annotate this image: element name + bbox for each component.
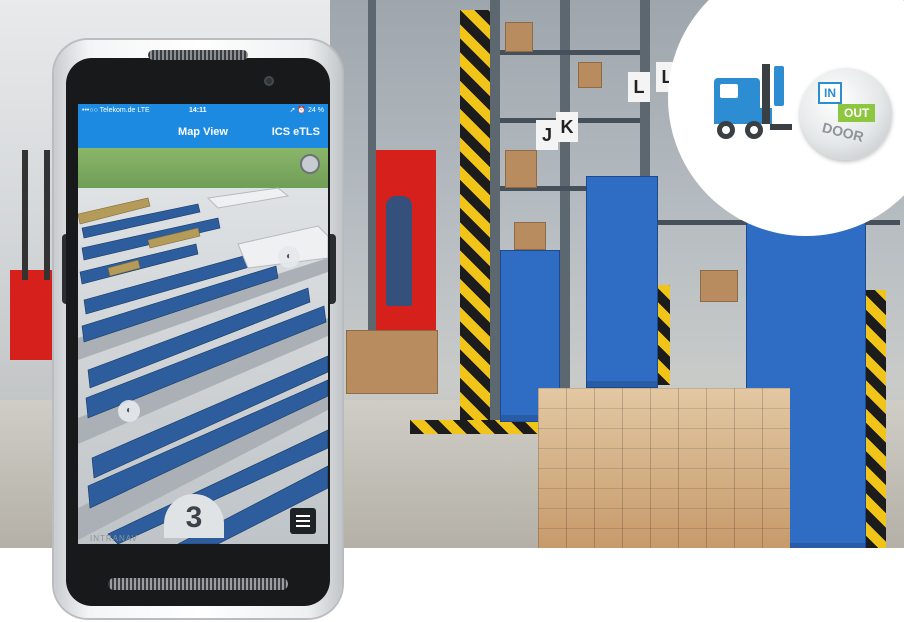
carrier-label: •••○○ Telekom.de LTE [82, 107, 150, 114]
device-brand: INTRANAV [90, 534, 138, 543]
map-marker-icon[interactable]: ◐ [118, 400, 140, 422]
map-marker-icon[interactable]: ◐ [278, 246, 300, 268]
front-camera [264, 76, 274, 86]
app-logo: ICS eTLS [271, 126, 320, 138]
app-screen: •••○○ Telekom.de LTE 14:11 ➚ ⏰ 24 % Map … [78, 104, 328, 544]
background-forklift [10, 270, 56, 360]
compass-icon[interactable] [300, 154, 320, 174]
hazard-pillar [864, 290, 886, 548]
crate-stack [586, 176, 658, 388]
warehouse-3d-map[interactable] [78, 148, 328, 544]
earpiece-speaker [148, 50, 248, 60]
hazard-floor-strip [410, 420, 540, 434]
hazard-pillar [656, 285, 670, 385]
clock: 14:11 [189, 107, 207, 114]
aisle-sign: J [536, 120, 558, 150]
in-label: IN [818, 82, 842, 104]
out-label: OUT [838, 104, 876, 122]
cardboard-pallet [538, 388, 790, 548]
bottom-speaker [108, 578, 288, 590]
battery-indicators: ➚ ⏰ 24 % [289, 107, 324, 114]
cardboard-pallet [346, 330, 438, 394]
forklift-icon [714, 64, 792, 139]
forklift-operator [386, 196, 412, 306]
aisle-sign: K [556, 112, 578, 142]
status-bar: •••○○ Telekom.de LTE 14:11 ➚ ⏰ 24 % [78, 104, 328, 118]
aisle-sign: L [628, 72, 650, 102]
hamburger-menu-icon[interactable] [290, 508, 316, 534]
hazard-pillar [460, 10, 490, 420]
app-header: Map View ICS eTLS [78, 118, 328, 148]
